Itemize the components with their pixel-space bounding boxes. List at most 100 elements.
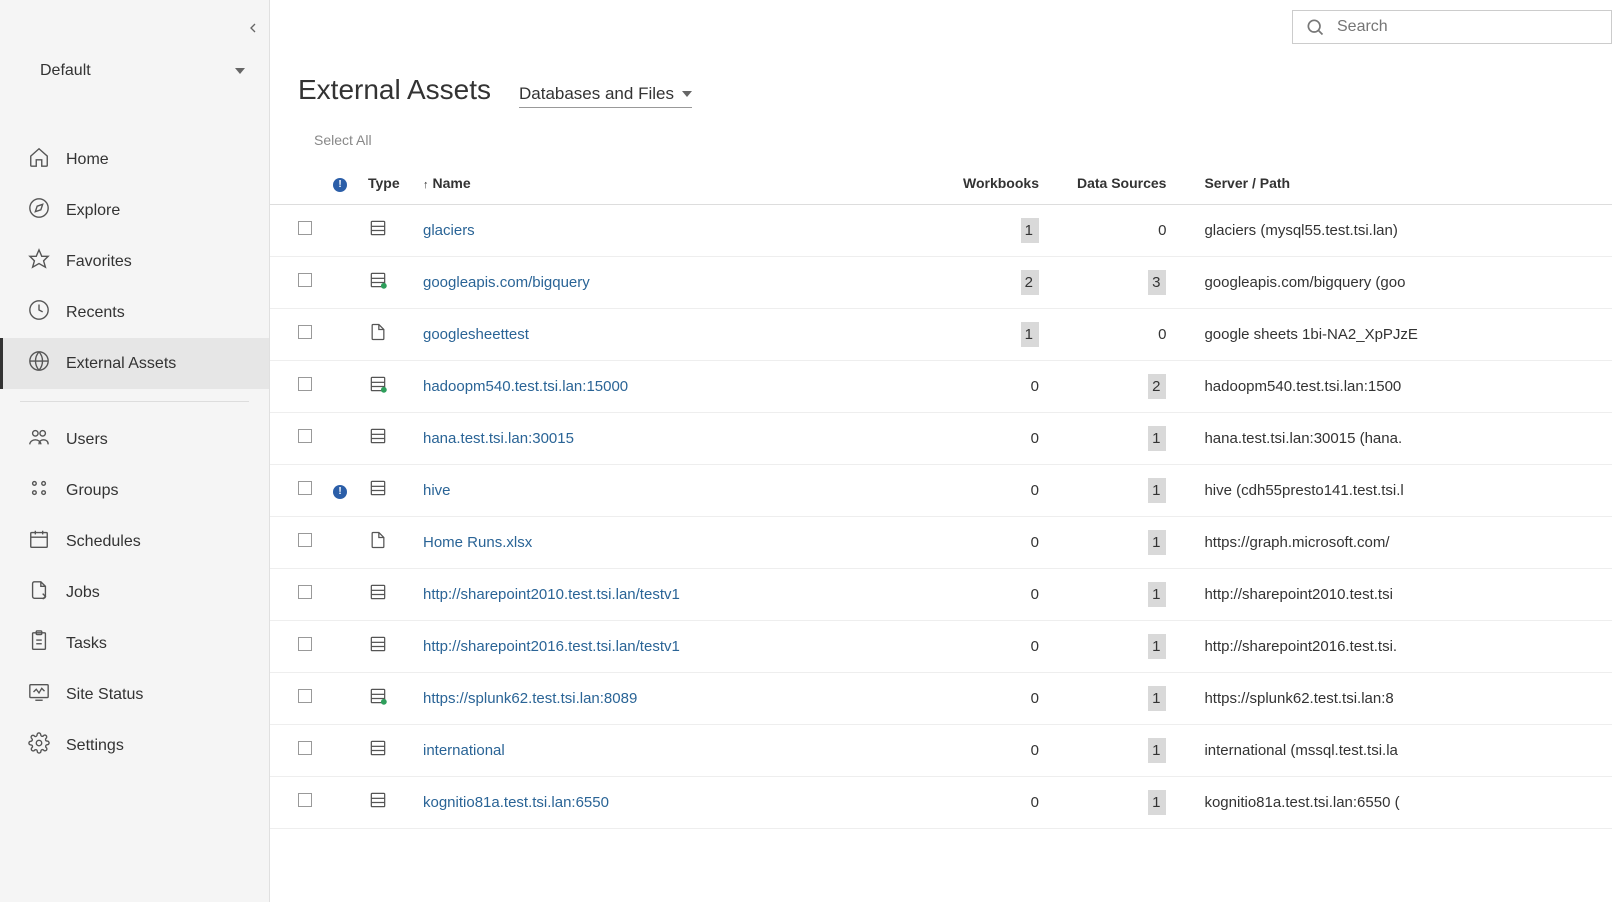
sidebar-item-settings[interactable]: Settings [0, 720, 269, 771]
sidebar-item-site-status[interactable]: Site Status [0, 669, 269, 720]
file-icon [368, 329, 388, 346]
filter-label: Databases and Files [519, 84, 674, 104]
server-path: hadoopm540.test.tsi.lan:1500 [1196, 360, 1612, 412]
sidebar-item-label: Jobs [66, 584, 100, 602]
asset-name-link[interactable]: http://sharepoint2010.test.tsi.lan/testv… [415, 568, 955, 620]
workbooks-count: 0 [955, 620, 1069, 672]
sidebar-item-label: Groups [66, 482, 118, 500]
db-icon [368, 745, 388, 762]
row-checkbox[interactable] [298, 585, 312, 599]
workbooks-count: 1 [955, 308, 1069, 360]
site-name: Default [40, 62, 91, 80]
search-box[interactable] [1292, 10, 1612, 44]
sort-asc-icon: ↑ [423, 179, 429, 191]
sidebar-item-label: Schedules [66, 533, 141, 551]
db-icon [368, 589, 388, 606]
sidebar-item-label: Explore [66, 202, 120, 220]
table-row: https://splunk62.test.tsi.lan:8089 0 1 h… [270, 672, 1612, 724]
row-checkbox[interactable] [298, 741, 312, 755]
table-wrap: ! Type ↑Name Workbooks Data Sources Serv… [270, 162, 1612, 902]
col-alert: ! [320, 162, 360, 204]
col-datasources[interactable]: Data Sources [1069, 162, 1196, 204]
chevron-down-icon [235, 68, 245, 74]
asset-name-link[interactable]: http://sharepoint2016.test.tsi.lan/testv… [415, 620, 955, 672]
col-type[interactable]: Type [360, 162, 415, 204]
recents-icon [28, 299, 50, 326]
asset-name-link[interactable]: international [415, 724, 955, 776]
asset-name-link[interactable]: kognitio81a.test.tsi.lan:6550 [415, 776, 955, 828]
asset-name-link[interactable]: googlesheettest [415, 308, 955, 360]
db-icon [368, 225, 388, 242]
db-cert-icon [368, 381, 388, 398]
row-checkbox[interactable] [298, 637, 312, 651]
row-checkbox[interactable] [298, 689, 312, 703]
db-icon [368, 641, 388, 658]
datasources-count: 1 [1069, 516, 1196, 568]
server-path: hive (cdh55presto141.test.tsi.l [1196, 464, 1612, 516]
alert-icon[interactable]: ! [333, 485, 347, 499]
sidebar-item-groups[interactable]: Groups [0, 465, 269, 516]
sidebar-item-schedules[interactable]: Schedules [0, 516, 269, 567]
sidebar-collapse-button[interactable] [0, 0, 269, 46]
table-row: http://sharepoint2010.test.tsi.lan/testv… [270, 568, 1612, 620]
page-title: External Assets [298, 74, 491, 106]
table-row: glaciers 1 0 glaciers (mysql55.test.tsi.… [270, 204, 1612, 256]
row-checkbox[interactable] [298, 429, 312, 443]
jobs-icon [28, 579, 50, 606]
row-checkbox[interactable] [298, 221, 312, 235]
external-assets-icon [28, 350, 50, 377]
sidebar-item-explore[interactable]: Explore [0, 185, 269, 236]
datasources-count: 1 [1069, 568, 1196, 620]
sidebar-item-external-assets[interactable]: External Assets [0, 338, 269, 389]
select-all-button[interactable]: Select All [270, 118, 1612, 162]
row-checkbox[interactable] [298, 325, 312, 339]
sidebar-item-home[interactable]: Home [0, 134, 269, 185]
nav: Home Explore FavoritesRecents External Asse… [0, 104, 269, 771]
explore-icon [28, 197, 50, 224]
sidebar-item-favorites[interactable]: Favorites [0, 236, 269, 287]
datasources-count: 3 [1069, 256, 1196, 308]
table-row: hadoopm540.test.tsi.lan:15000 0 2 hadoop… [270, 360, 1612, 412]
row-checkbox[interactable] [298, 377, 312, 391]
asset-name-link[interactable]: glaciers [415, 204, 955, 256]
col-name[interactable]: ↑Name [415, 162, 955, 204]
row-checkbox[interactable] [298, 481, 312, 495]
col-checkbox [270, 162, 320, 204]
asset-name-link[interactable]: hana.test.tsi.lan:30015 [415, 412, 955, 464]
sidebar-item-label: Tasks [66, 635, 107, 653]
col-workbooks[interactable]: Workbooks [955, 162, 1069, 204]
favorites-icon [28, 248, 50, 275]
asset-name-link[interactable]: https://splunk62.test.tsi.lan:8089 [415, 672, 955, 724]
asset-name-link[interactable]: googleapis.com/bigquery [415, 256, 955, 308]
server-path: googleapis.com/bigquery (goo [1196, 256, 1612, 308]
asset-name-link[interactable]: hive [415, 464, 955, 516]
main: External Assets Databases and Files Sele… [270, 0, 1612, 902]
search-input[interactable] [1337, 18, 1599, 36]
table-row: international 0 1 international (mssql.t… [270, 724, 1612, 776]
table-row: ! hive 0 1 hive (cdh55presto141.test.tsi… [270, 464, 1612, 516]
col-serverpath[interactable]: Server / Path [1196, 162, 1612, 204]
content-type-filter[interactable]: Databases and Files [519, 84, 692, 108]
site-picker[interactable]: Default [0, 46, 269, 104]
sidebar-item-users[interactable]: Users [0, 414, 269, 465]
alert-icon: ! [333, 178, 347, 192]
db-icon [368, 485, 388, 502]
row-checkbox[interactable] [298, 793, 312, 807]
datasources-count: 1 [1069, 672, 1196, 724]
datasources-count: 2 [1069, 360, 1196, 412]
sidebar-item-jobs[interactable]: Jobs [0, 567, 269, 618]
sidebar: Default Home Explore FavoritesRecents Exter… [0, 0, 270, 902]
workbooks-count: 0 [955, 464, 1069, 516]
table-row: googleapis.com/bigquery 2 3 googleapis.c… [270, 256, 1612, 308]
server-path: hana.test.tsi.lan:30015 (hana. [1196, 412, 1612, 464]
workbooks-count: 0 [955, 672, 1069, 724]
sidebar-item-tasks[interactable]: Tasks [0, 618, 269, 669]
row-checkbox[interactable] [298, 273, 312, 287]
asset-name-link[interactable]: Home Runs.xlsx [415, 516, 955, 568]
sidebar-item-recents[interactable]: Recents [0, 287, 269, 338]
datasources-count: 1 [1069, 412, 1196, 464]
sidebar-item-label: External Assets [66, 355, 176, 373]
asset-name-link[interactable]: hadoopm540.test.tsi.lan:15000 [415, 360, 955, 412]
row-checkbox[interactable] [298, 533, 312, 547]
assets-table: ! Type ↑Name Workbooks Data Sources Serv… [270, 162, 1612, 829]
